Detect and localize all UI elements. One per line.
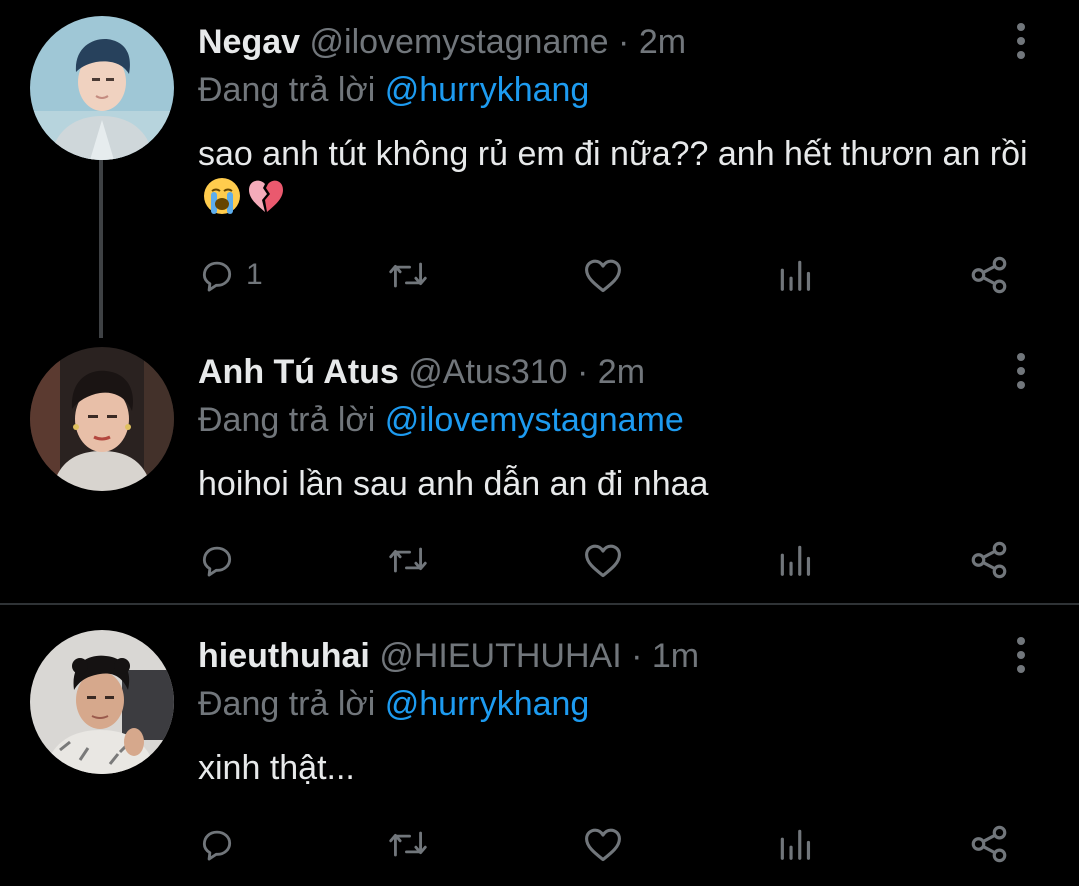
tweet-divider — [0, 603, 1079, 605]
share-button[interactable] — [968, 251, 1010, 299]
replying-to-mention[interactable]: @ilovemystagname — [385, 401, 684, 439]
tweet-header: Negav @ilovemystagname · 2m — [198, 20, 686, 64]
reply-tweet-anh-tu-atus[interactable]: Anh Tú Atus @Atus310 · 2m Đang trả lời @… — [0, 330, 1079, 603]
display-name[interactable]: Negav — [198, 23, 300, 61]
analytics-icon — [780, 829, 811, 860]
tweet-actions — [0, 820, 1079, 868]
avatar-anh-tu-atus[interactable] — [30, 347, 174, 491]
like-icon — [585, 828, 621, 862]
separator-dot: · — [631, 637, 643, 675]
replying-to-label: Đang trả lời — [198, 401, 376, 439]
avatar-hieuthuhai[interactable] — [30, 630, 174, 774]
tweet-text: sao anh tút không rủ em đi nữa?? anh hết… — [198, 135, 1028, 173]
like-button[interactable] — [582, 536, 624, 584]
like-button[interactable] — [582, 251, 624, 299]
like-icon — [585, 259, 621, 293]
like-icon — [585, 544, 621, 578]
separator-dot: · — [577, 353, 589, 391]
replying-to-line: Đang trả lời @hurrykhang — [198, 682, 589, 726]
replying-to-line: Đang trả lời @ilovemystagname — [198, 398, 684, 442]
display-name[interactable]: Anh Tú Atus — [198, 353, 399, 391]
like-button[interactable] — [582, 820, 624, 868]
reply-icon — [202, 546, 232, 577]
timestamp[interactable]: 2m — [598, 353, 645, 391]
analytics-button[interactable] — [776, 536, 814, 584]
reply-tweet-hieuthuhai[interactable]: hieuthuhai @HIEUTHUHAI · 1m Đang trả lời… — [0, 615, 1079, 886]
tweet-text-block: sao anh tút không rủ em đi nữa?? anh hết… — [198, 132, 1048, 221]
analytics-button[interactable] — [776, 820, 814, 868]
analytics-button[interactable] — [776, 251, 814, 299]
replying-to-label: Đang trả lời — [198, 71, 376, 109]
reply-icon — [202, 830, 232, 861]
reply-tweet-negav[interactable]: Negav @ilovemystagname · 2m Đang trả lời… — [0, 0, 1079, 338]
more-icon[interactable] — [1010, 351, 1032, 391]
reply-button[interactable] — [198, 820, 246, 868]
tweet-text-block: xinh thật... — [198, 746, 1048, 790]
analytics-icon — [780, 260, 811, 291]
reply-count: 1 — [246, 258, 263, 291]
avatar-negav[interactable] — [30, 16, 174, 160]
more-icon[interactable] — [1010, 21, 1032, 61]
share-icon — [971, 256, 1007, 294]
timestamp[interactable]: 2m — [639, 23, 686, 61]
retweet-icon — [389, 262, 427, 288]
timestamp[interactable]: 1m — [652, 637, 699, 675]
broken-heart-icon — [249, 180, 283, 212]
tweet-header: Anh Tú Atus @Atus310 · 2m — [198, 350, 645, 394]
user-handle[interactable]: @HIEUTHUHAI — [379, 637, 621, 675]
retweet-button[interactable] — [386, 536, 430, 584]
share-button[interactable] — [968, 536, 1010, 584]
share-icon — [971, 541, 1007, 579]
tweet-text: hoihoi lần sau anh dẫn an đi nhaa — [198, 465, 709, 503]
retweet-icon — [389, 831, 427, 857]
share-button[interactable] — [968, 820, 1010, 868]
reply-icon — [202, 261, 232, 292]
tweet-actions: 1 — [0, 251, 1079, 299]
thread-connector-line — [99, 160, 103, 338]
replying-to-mention[interactable]: @hurrykhang — [385, 685, 590, 723]
tweet-text-block: hoihoi lần sau anh dẫn an đi nhaa — [198, 462, 1048, 506]
replying-to-mention[interactable]: @hurrykhang — [385, 71, 590, 109]
retweet-icon — [389, 547, 427, 573]
retweet-button[interactable] — [386, 251, 430, 299]
replying-to-label: Đang trả lời — [198, 685, 376, 723]
user-handle[interactable]: @ilovemystagname — [310, 23, 609, 61]
share-icon — [971, 825, 1007, 863]
retweet-button[interactable] — [386, 820, 430, 868]
separator-dot: · — [618, 23, 630, 61]
reply-button[interactable]: 1 — [198, 251, 263, 299]
loudly-crying-face-icon — [204, 178, 240, 214]
tweet-actions — [0, 536, 1079, 584]
tweet-text: xinh thật... — [198, 749, 355, 787]
reply-button[interactable] — [198, 536, 246, 584]
replying-to-line: Đang trả lời @hurrykhang — [198, 68, 589, 112]
user-handle[interactable]: @Atus310 — [408, 353, 567, 391]
tweet-header: hieuthuhai @HIEUTHUHAI · 1m — [198, 634, 699, 678]
more-icon[interactable] — [1010, 635, 1032, 675]
display-name[interactable]: hieuthuhai — [198, 637, 370, 675]
analytics-icon — [780, 545, 811, 576]
